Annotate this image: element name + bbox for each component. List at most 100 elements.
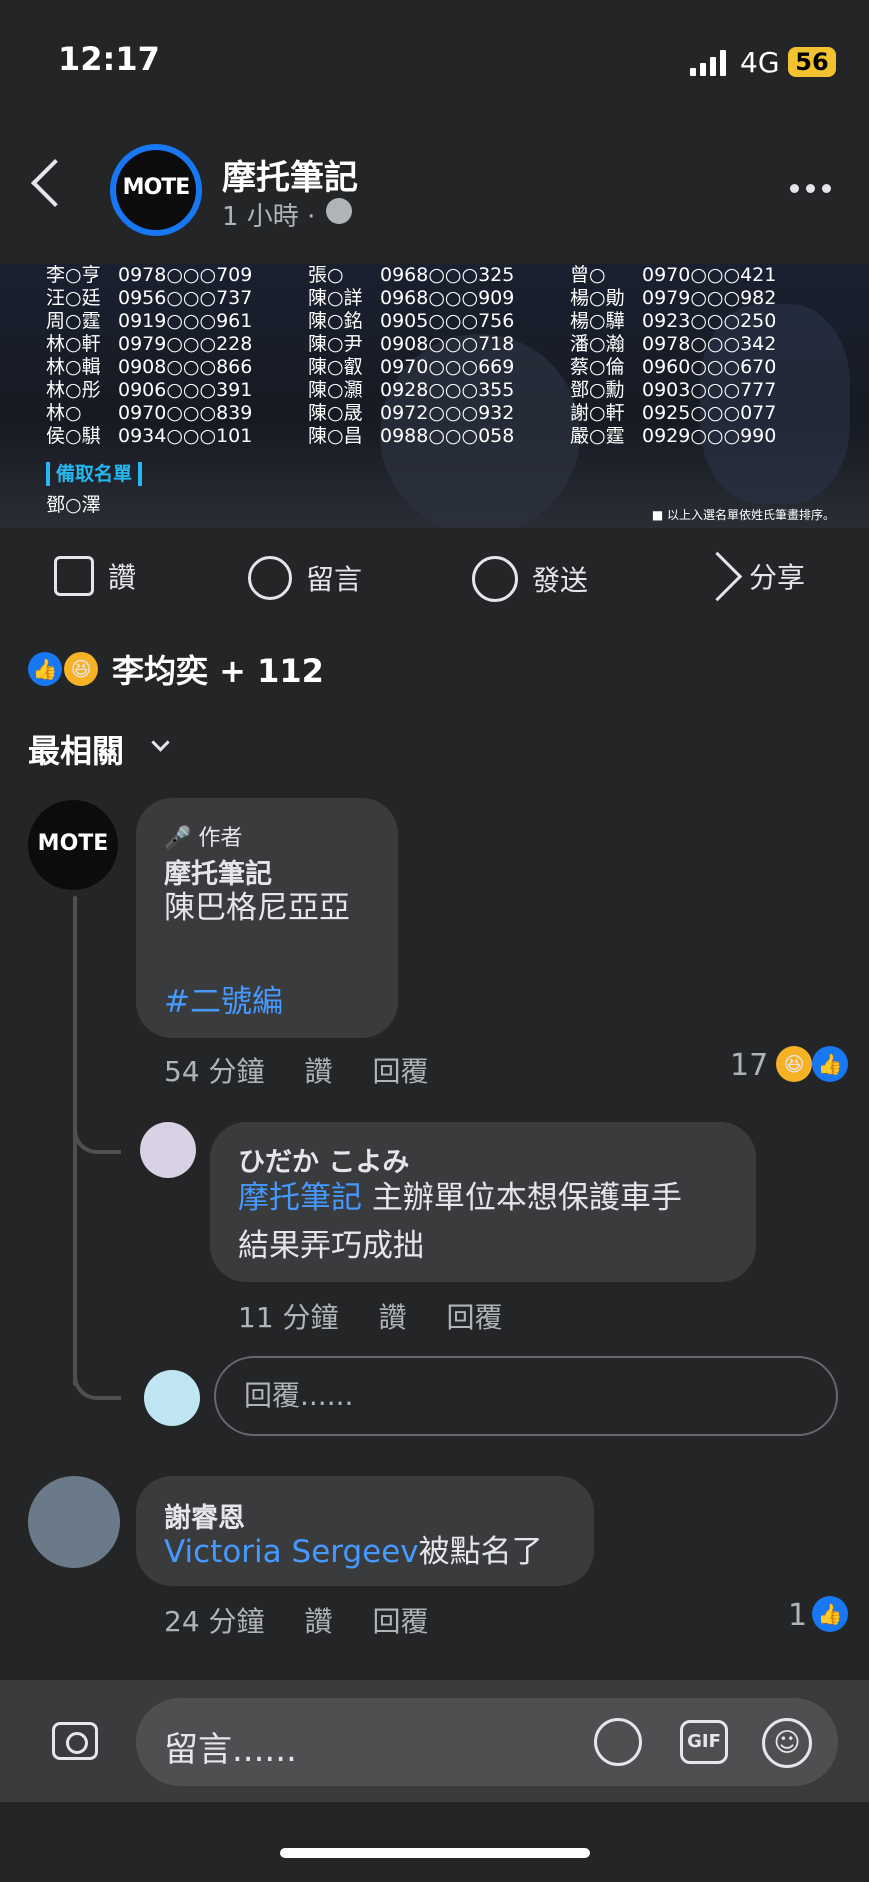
entrant-phone: 0968○○○325: [380, 264, 515, 286]
entrant-phone: 0970○○○669: [380, 356, 515, 378]
comment-like-link[interactable]: 讚: [305, 1600, 333, 1640]
name-list-row: 楊○驊 0923○○○250: [570, 310, 776, 333]
thread-connector: [73, 1346, 121, 1400]
like-button[interactable]: 讚: [54, 556, 136, 596]
commenter-avatar[interactable]: [28, 1476, 120, 1568]
comment-reply-link[interactable]: 回覆: [373, 1050, 429, 1090]
reply-input[interactable]: 回覆......: [214, 1356, 838, 1436]
name-list-row: 張○ 0968○○○325: [308, 264, 514, 287]
entrant-phone: 0979○○○982: [642, 287, 777, 309]
reply-time: 11 分鐘: [238, 1301, 339, 1334]
entrant-name: 李○亨: [46, 264, 101, 286]
entrant-name: 周○霆: [46, 310, 101, 332]
chevron-down-icon[interactable]: [151, 733, 170, 752]
entrant-name: 陳○晟: [308, 402, 363, 424]
thread-connector: [73, 1100, 121, 1154]
entrant-name: 侯○騏: [46, 425, 101, 447]
status-time: 12:17: [58, 40, 160, 78]
microphone-icon: 🎤: [164, 826, 192, 851]
user-avatar: [144, 1370, 200, 1426]
name-list-row: 鄧○勳 0903○○○777: [570, 379, 776, 402]
comment-time: 54 分鐘: [164, 1055, 265, 1088]
comment-body: 被點名了: [418, 1534, 543, 1570]
entrant-name: 林○軒: [46, 333, 101, 355]
send-button[interactable]: 發送: [472, 556, 588, 602]
share-button[interactable]: 分享: [692, 551, 805, 601]
entrant-name: 楊○驊: [570, 310, 625, 332]
reaction-count[interactable]: 17: [730, 1048, 768, 1083]
comment-icon: [248, 556, 292, 600]
emoji-icon[interactable]: ☺: [762, 1718, 812, 1768]
entrant-phone: 0929○○○990: [642, 425, 777, 447]
name-list-row: 陳○銘 0905○○○756: [308, 310, 514, 333]
mention-link[interactable]: 摩托筆記: [238, 1180, 362, 1216]
entrant-name: 陳○灝: [308, 379, 363, 401]
entrant-phone: 0970○○○839: [118, 402, 253, 424]
reaction-count[interactable]: 1: [788, 1598, 807, 1633]
entrant-name: 嚴○霆: [570, 425, 625, 447]
gif-icon[interactable]: GIF: [680, 1720, 728, 1764]
entrant-phone: 0978○○○709: [118, 264, 253, 286]
more-options-icon[interactable]: [790, 184, 831, 193]
backup-label: 備取名單: [46, 462, 143, 486]
comment-button[interactable]: 留言: [248, 556, 362, 600]
name-list-column: 曾○ 0970○○○421 楊○勛 0979○○○982 楊○驊 0923○○○250 潘○…: [570, 264, 776, 448]
entrant-phone: 0903○○○777: [642, 379, 777, 401]
reply-avatar[interactable]: [140, 1122, 196, 1178]
name-list-row: 潘○瀚 0978○○○342: [570, 333, 776, 356]
commenter-avatar[interactable]: MOTE: [28, 800, 118, 890]
name-list-row: 林○輯 0908○○○866: [46, 356, 252, 379]
avatar-sticker-icon[interactable]: [594, 1718, 642, 1766]
entrant-name: 陳○尹: [308, 333, 363, 355]
haha-reaction-icon: 😆: [64, 652, 98, 686]
battery-icon: 56: [788, 47, 836, 77]
reply-reply-link[interactable]: 回覆: [447, 1296, 503, 1336]
page-avatar[interactable]: MOTE: [110, 144, 202, 236]
comment-like-link[interactable]: 讚: [305, 1050, 333, 1090]
entrant-name: 曾○: [570, 264, 606, 286]
hashtag-link[interactable]: #二號編: [164, 978, 283, 1026]
entrant-name: 陳○昌: [308, 425, 363, 447]
entrant-name: 潘○瀚: [570, 333, 625, 355]
entrant-phone: 0968○○○909: [380, 287, 515, 309]
entrant-phone: 0972○○○932: [380, 402, 515, 424]
post-time: 1 小時 ·: [222, 202, 316, 232]
entrant-phone: 0934○○○101: [118, 425, 253, 447]
reactions-summary[interactable]: 李均奕 + 112: [112, 646, 324, 692]
name-list-row: 謝○軒 0925○○○077: [570, 402, 776, 425]
name-list-row: 林○ 0970○○○839: [46, 402, 252, 425]
post-image[interactable]: 李○亨 0978○○○709 汪○廷 0956○○○737 周○霆 0919○○○961 林…: [0, 264, 869, 528]
entrant-phone: 0925○○○077: [642, 402, 777, 424]
entrant-phone: 0908○○○718: [380, 333, 515, 355]
comment-input-placeholder[interactable]: 留言......: [164, 1722, 297, 1771]
entrant-name: 林○輯: [46, 356, 101, 378]
entrant-phone: 0956○○○737: [118, 287, 253, 309]
globe-icon: [326, 198, 352, 224]
name-list-row: 林○軒 0979○○○228: [46, 333, 252, 356]
entrant-phone: 0960○○○670: [642, 356, 777, 378]
like-reaction-icon: 👍: [812, 1596, 848, 1632]
backup-name: 鄧○澤: [46, 494, 101, 516]
mention-link[interactable]: Victoria Sergeev: [164, 1534, 419, 1570]
entrant-name: 陳○詳: [308, 287, 363, 309]
reply-text: 主辦單位本想保護車手: [362, 1180, 682, 1216]
name-list-row: 陳○昌 0988○○○058: [308, 425, 514, 448]
comment-text: Victoria Sergeev被點名了: [164, 1528, 543, 1576]
home-indicator[interactable]: [280, 1848, 590, 1858]
entrant-phone: 0970○○○421: [642, 264, 777, 286]
author-badge-label: 作者: [198, 826, 243, 851]
entrant-phone: 0923○○○250: [642, 310, 777, 332]
name-list-row: 陳○詳 0968○○○909: [308, 287, 514, 310]
entrant-name: 陳○銘: [308, 310, 363, 332]
page-title[interactable]: 摩托筆記: [222, 150, 358, 199]
camera-icon[interactable]: [52, 1722, 98, 1760]
name-list-row: 陳○灝 0928○○○355: [308, 379, 514, 402]
sort-dropdown[interactable]: 最相關: [28, 726, 124, 772]
reply-like-link[interactable]: 讚: [379, 1296, 407, 1336]
name-list-row: 蔡○倫 0960○○○670: [570, 356, 776, 379]
name-list-column: 張○ 0968○○○325 陳○詳 0968○○○909 陳○銘 0905○○○756 陳○…: [308, 264, 514, 448]
signal-icon: [690, 50, 726, 76]
entrant-name: 蔡○倫: [570, 356, 625, 378]
comment-reply-link[interactable]: 回覆: [373, 1600, 429, 1640]
back-icon[interactable]: [30, 158, 80, 208]
